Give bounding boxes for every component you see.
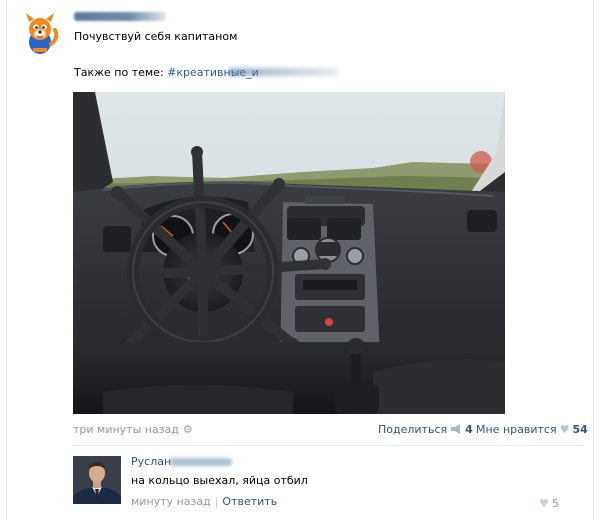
post-author-avatar[interactable]	[17, 12, 63, 58]
comment-like-button[interactable]: ♥ 5	[539, 497, 559, 510]
post-photo[interactable]	[73, 92, 505, 414]
comment-like-count: 5	[551, 497, 559, 510]
reply-button[interactable]: Ответить	[222, 495, 277, 508]
comment-meta-separator: |	[214, 495, 219, 508]
share-label: Поделиться	[378, 423, 448, 436]
fox-mascot-avatar	[17, 12, 63, 58]
share-button[interactable]: Поделиться 4	[378, 423, 473, 436]
post-text: Почувствуй себя капитаном	[74, 30, 238, 43]
like-button[interactable]: Мне нравится ♥ 54	[476, 423, 588, 436]
comment-author-surname-redacted	[170, 458, 232, 466]
comment-time[interactable]: минуту назад	[131, 495, 211, 508]
heart-icon: ♥	[539, 497, 549, 510]
post-time-text: три минуты назад	[73, 423, 179, 436]
car-interior-image	[73, 92, 505, 414]
comments-divider	[73, 445, 583, 446]
like-count: 54	[572, 423, 588, 436]
like-label: Мне нравится	[476, 423, 557, 436]
post-author-name-redacted[interactable]	[74, 12, 166, 21]
megaphone-icon	[450, 423, 462, 436]
man-in-suit-photo	[73, 456, 121, 504]
share-count: 4	[465, 423, 473, 436]
comment-meta: минуту назад | Ответить	[131, 495, 277, 508]
comment-author-name[interactable]: Руслан	[131, 455, 171, 468]
post-timestamp[interactable]: три минуты назад ⚙	[73, 423, 193, 436]
related-hashtag-redacted	[228, 68, 338, 76]
comment-text: на кольцо выехал, яйца отбил	[131, 474, 308, 487]
heart-icon: ♥	[559, 423, 570, 436]
related-prefix: Также по теме:	[74, 66, 168, 79]
comment-author-avatar[interactable]	[73, 456, 121, 504]
gear-icon: ⚙	[182, 423, 193, 436]
